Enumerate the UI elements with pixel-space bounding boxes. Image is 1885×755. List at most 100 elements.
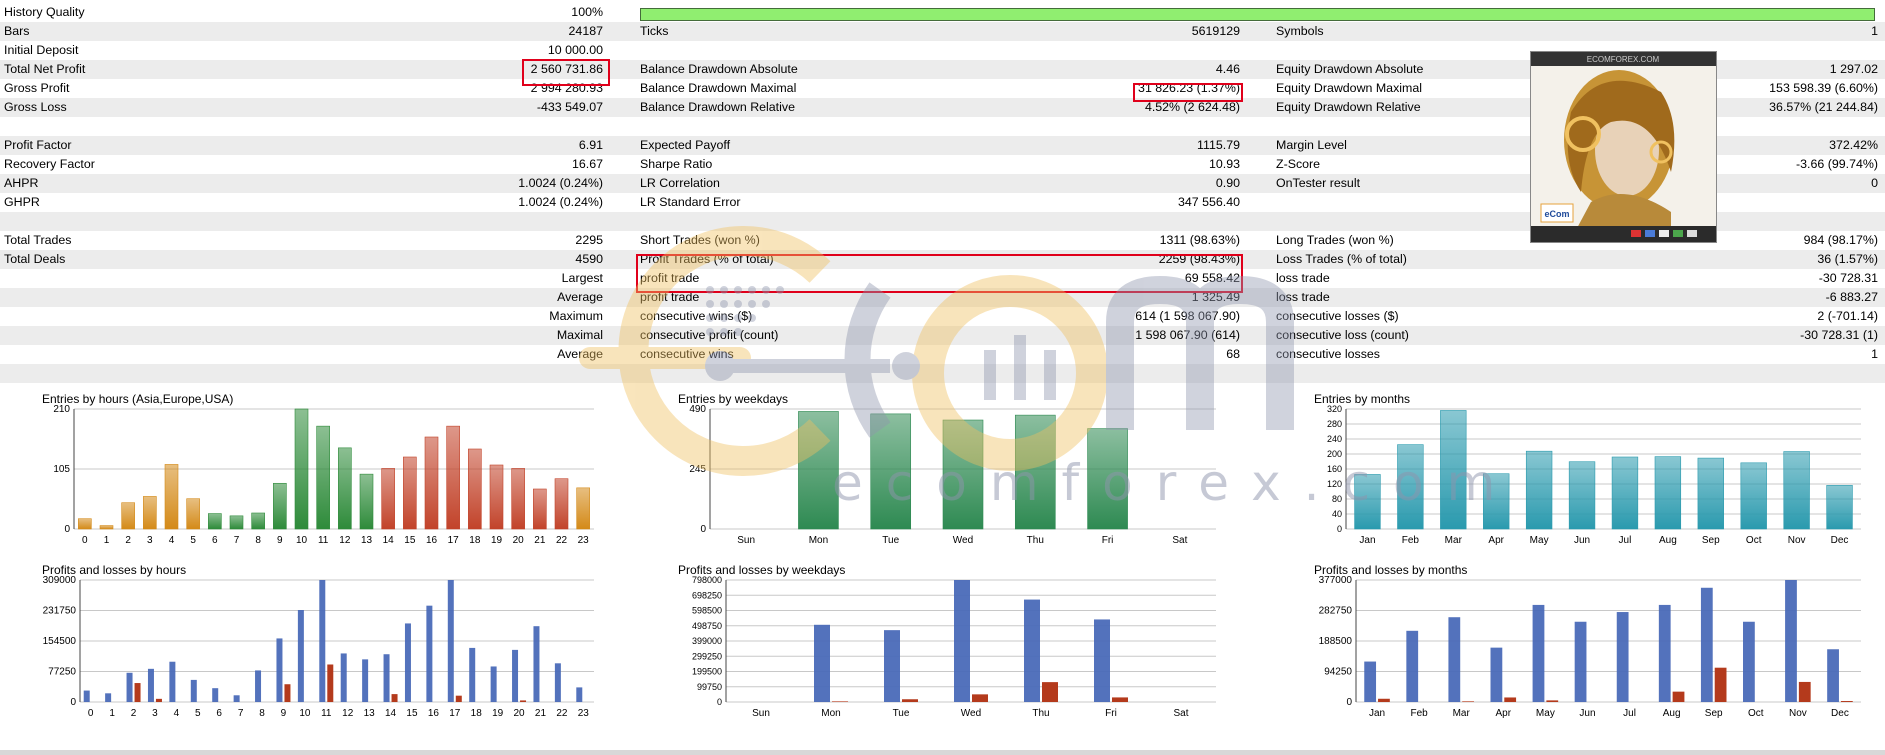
loss-bar [391, 694, 398, 702]
y-tick-label: 280 [1327, 419, 1342, 429]
y-tick-label: 210 [53, 404, 70, 415]
profit-bar [1094, 619, 1110, 702]
bar [1783, 451, 1810, 530]
x-tick-label: 23 [578, 535, 590, 546]
history-quality-bar [640, 8, 1875, 21]
bar [1087, 428, 1128, 530]
x-tick-label: 6 [216, 708, 222, 719]
bar [99, 525, 114, 530]
x-tick-label: 18 [469, 535, 481, 546]
profit-bar [169, 661, 176, 702]
x-tick-label: 1 [104, 535, 110, 546]
x-tick-label: Jul [1619, 535, 1632, 546]
metric-value-3: 1 [1871, 347, 1878, 361]
x-tick-label: 17 [449, 708, 461, 719]
bar [316, 425, 330, 530]
x-tick-label: Oct [1748, 708, 1764, 719]
metric-value-1: 10 000.00 [547, 43, 603, 57]
x-tick-label: Mon [809, 535, 828, 546]
chart-svg: 0 94250 188500 282750 377000 Jan Feb Mar Apr May J… [1319, 575, 1861, 719]
metric-value-1: Largest [561, 271, 603, 285]
profit-bar [814, 624, 830, 702]
bar [78, 518, 92, 530]
loss-bar [1112, 697, 1128, 702]
bottom-tab-strip[interactable] [0, 750, 1885, 755]
x-tick-label: 21 [534, 535, 546, 546]
bar [511, 468, 525, 530]
profit-bar [1532, 604, 1545, 702]
metric-label-2: Sharpe Ratio [640, 157, 713, 171]
bar [1568, 461, 1596, 530]
profit-bar [212, 688, 219, 702]
bar [403, 456, 417, 530]
metric-label-3: OnTester result [1276, 176, 1361, 190]
x-tick-label: Thu [1032, 708, 1049, 719]
history-quality-row: History Quality 100% [0, 3, 1885, 22]
profit-bar [1024, 599, 1040, 702]
x-tick-label: 20 [513, 535, 525, 546]
metric-value-1: 1.0024 (0.24%) [518, 176, 603, 190]
bar [798, 411, 839, 530]
metric-label-2: Balance Drawdown Maximal [640, 81, 797, 95]
x-tick-label: Apr [1488, 535, 1504, 546]
x-tick-label: 7 [238, 708, 244, 719]
x-tick-label: 17 [448, 535, 460, 546]
profit-bar [1490, 647, 1503, 702]
profit-bar [1364, 661, 1377, 702]
y-tick-label: 77250 [48, 667, 76, 678]
chart-svg: 0772501545002317503090000 1 2 3 4 5 6 7 8 9 10 11 12… [43, 575, 594, 719]
x-tick-label: 10 [296, 535, 308, 546]
y-tick-label: 240 [1327, 434, 1342, 444]
bar [1014, 414, 1056, 530]
metric-value-3: 36.57% (21 244.84) [1769, 100, 1878, 114]
loss-bar [1378, 698, 1390, 702]
x-tick-label: 22 [556, 708, 568, 719]
history-quality-label: History Quality [4, 5, 85, 19]
metric-value-3: -30 728.31 [1818, 271, 1878, 285]
x-tick-label: 0 [88, 708, 94, 719]
metric-label-3: Loss Trades (% of total) [1276, 252, 1407, 266]
metric-value-2: 5619129 [1191, 24, 1240, 38]
y-tick-label: 798000 [692, 575, 722, 585]
chart-svg: 0 40 80 120 160 200 240 280 320 Jan Feb Mar Apr May Ju… [1327, 404, 1861, 546]
x-tick-label: Sep [1705, 708, 1723, 719]
metric-value-3: -6 883.27 [1825, 290, 1878, 304]
metric-value-3: 2 (-701.14) [1817, 309, 1878, 323]
metric-value-1: 1.0024 (0.24%) [518, 195, 603, 209]
bar [121, 502, 135, 530]
profit-bar [1785, 580, 1797, 702]
profit-bar [447, 580, 454, 702]
bar [1654, 456, 1682, 530]
x-tick-label: 8 [255, 535, 261, 546]
bar [446, 425, 460, 530]
profit-bar [1658, 604, 1671, 702]
profit-bar [954, 580, 970, 702]
metric-label-2: Expected Payoff [640, 138, 731, 152]
profit-bar [362, 659, 369, 702]
loss-bar [1462, 701, 1474, 702]
metric-value-2: 4.46 [1215, 62, 1240, 76]
metric-value-1: 24187 [568, 24, 603, 38]
y-tick-label: 199500 [692, 667, 722, 677]
metric-label-3: Z-Score [1276, 157, 1321, 171]
metric-label-2: Balance Drawdown Relative [640, 100, 795, 114]
profit-bar [126, 672, 133, 702]
metric-value-1: 2295 [575, 233, 603, 247]
loss-bar [832, 701, 848, 702]
chart-5: Profits and losses by months 0 94250 188500… [1312, 563, 1861, 733]
metric-label-2: LR Correlation [640, 176, 720, 190]
profit-bar [1743, 621, 1755, 702]
highlight-profit-trades [636, 254, 1243, 293]
bar [186, 498, 200, 530]
x-tick-label: Sat [1173, 708, 1188, 719]
x-tick-label: Thu [1027, 535, 1044, 546]
bar [1826, 485, 1853, 530]
x-tick-label: Oct [1746, 535, 1762, 546]
x-tick-label: 3 [152, 708, 158, 719]
profit-bar [576, 687, 583, 702]
loss-bar [1042, 682, 1058, 702]
metric-value-1: Average [557, 290, 603, 304]
bar [359, 473, 374, 530]
chart-svg: 01052100 1 2 3 4 5 6 7 8 9 10 11 12 13 14 15 16 17 18 19 20 2… [53, 404, 594, 546]
metric-label-2: LR Standard Error [640, 195, 741, 209]
